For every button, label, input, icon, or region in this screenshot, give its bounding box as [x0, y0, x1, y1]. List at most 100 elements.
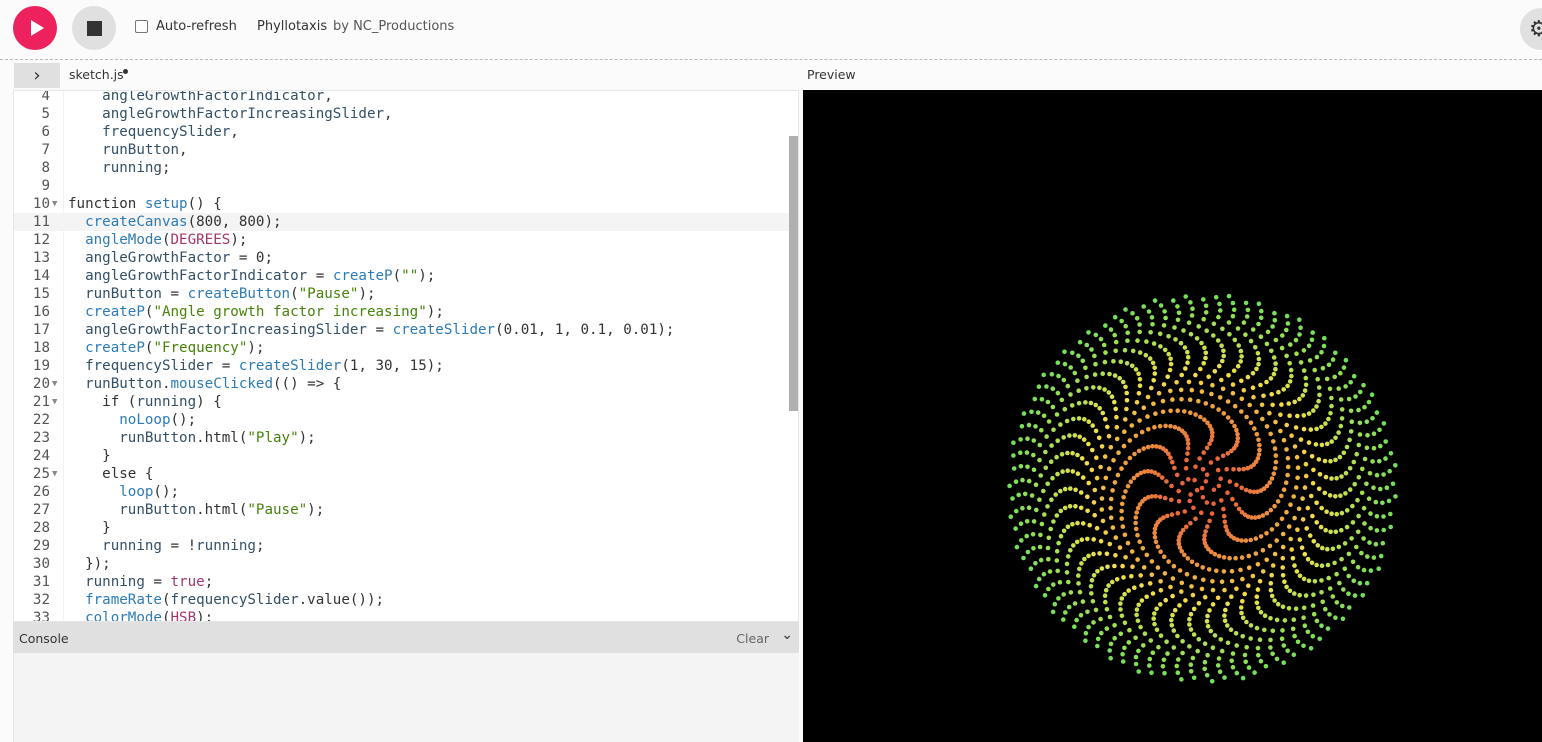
sketch-canvas[interactable] — [803, 90, 1542, 742]
phyllotaxis-dot — [1198, 414, 1203, 420]
phyllotaxis-dot — [1324, 509, 1329, 514]
phyllotaxis-dot — [1308, 427, 1314, 432]
code-line[interactable]: 21 ▼ if (running) { — [14, 393, 790, 411]
settings-button[interactable]: ⚙ — [1520, 8, 1542, 50]
code-line[interactable]: 25 ▼ else { — [14, 465, 790, 483]
author-link[interactable]: by NC_Productions — [333, 19, 454, 34]
code-line[interactable]: 24 } — [14, 447, 790, 465]
phyllotaxis-dot — [1099, 496, 1105, 501]
auto-refresh-checkbox[interactable] — [135, 20, 148, 33]
phyllotaxis-dot — [1311, 408, 1316, 413]
code-line[interactable]: 17 angleGrowthFactorIncreasingSlider = c… — [14, 321, 790, 339]
code-line[interactable]: 12 angleMode(DEGREES); — [14, 231, 790, 249]
stop-button[interactable] — [72, 6, 116, 50]
phyllotaxis-dot — [1209, 678, 1215, 684]
code-line[interactable]: 9 — [14, 177, 790, 195]
phyllotaxis-dot — [1217, 301, 1222, 307]
code-line[interactable]: 7 runButton, — [14, 141, 790, 159]
code-line[interactable]: 11 createCanvas(800, 800); — [14, 213, 790, 231]
phyllotaxis-dot — [1103, 530, 1108, 535]
phyllotaxis-dot — [1312, 579, 1318, 584]
code-line[interactable]: 14 angleGrowthFactorIndicator = createP(… — [14, 267, 790, 285]
phyllotaxis-dot — [1329, 476, 1334, 481]
phyllotaxis-dot — [1308, 493, 1314, 499]
fold-arrow-icon[interactable]: ▼ — [52, 465, 57, 483]
code-line[interactable]: 33 colorMode(HSB); — [14, 609, 790, 621]
code-line[interactable]: 15 runButton = createButton("Pause"); — [14, 285, 790, 303]
phyllotaxis-dot — [1166, 351, 1171, 357]
phyllotaxis-dot — [1152, 526, 1158, 532]
phyllotaxis-dot — [1175, 670, 1181, 675]
code-line[interactable]: 29 running = !running; — [14, 537, 790, 555]
phyllotaxis-dot — [1204, 500, 1210, 505]
phyllotaxis-dot — [1218, 476, 1223, 482]
phyllotaxis-dot — [1347, 437, 1352, 443]
phyllotaxis-dot — [1088, 584, 1094, 589]
phyllotaxis-dot — [1155, 565, 1161, 570]
phyllotaxis-dot — [1272, 446, 1278, 451]
phyllotaxis-dot — [1030, 532, 1036, 537]
code-line[interactable]: 19 frequencySlider = createSlider(1, 30,… — [14, 357, 790, 375]
phyllotaxis-dot — [1129, 573, 1134, 579]
fold-arrow-icon[interactable]: ▼ — [52, 393, 57, 411]
phyllotaxis-dot — [1112, 480, 1118, 485]
phyllotaxis-dot — [1208, 628, 1214, 634]
file-tab[interactable]: sketch.js — [69, 67, 124, 82]
chevron-down-icon[interactable]: ⌄ — [781, 627, 793, 643]
phyllotaxis-dot — [1094, 525, 1100, 531]
phyllotaxis-dot — [1386, 498, 1392, 504]
phyllotaxis-dot — [1069, 403, 1075, 408]
phyllotaxis-dot — [1184, 457, 1189, 463]
console-clear-button[interactable]: Clear — [736, 631, 769, 646]
play-button[interactable] — [13, 6, 57, 50]
code-line[interactable]: 20 ▼ runButton.mouseClicked(() => { — [14, 375, 790, 393]
phyllotaxis-dot — [1123, 384, 1128, 390]
code-line[interactable]: 18 createP("Frequency"); — [14, 339, 790, 357]
code-line[interactable]: 27 runButton.html("Pause"); — [14, 501, 790, 519]
phyllotaxis-dot — [1296, 506, 1302, 512]
code-line[interactable]: 31 running = true; — [14, 573, 790, 591]
phyllotaxis-dot — [1084, 374, 1089, 380]
code-line[interactable]: 26 loop(); — [14, 483, 790, 501]
phyllotaxis-dot — [1360, 593, 1366, 598]
phyllotaxis-dot — [1135, 505, 1141, 511]
phyllotaxis-dot — [1135, 338, 1140, 343]
phyllotaxis-dot — [1045, 504, 1050, 509]
expand-files-button[interactable]: › — [14, 63, 60, 88]
sketch-name[interactable]: Phyllotaxis — [257, 19, 327, 34]
phyllotaxis-dot — [1168, 388, 1173, 394]
phyllotaxis-dot — [1203, 303, 1209, 309]
phyllotaxis-dot — [1061, 617, 1066, 622]
phyllotaxis-dot — [1209, 391, 1214, 397]
phyllotaxis-dot — [1011, 440, 1016, 446]
code-line[interactable]: 23 runButton.html("Play"); — [14, 429, 790, 447]
line-number: 14 — [32, 268, 50, 284]
phyllotaxis-dot — [1367, 540, 1372, 545]
code-line[interactable]: 16 createP("Angle growth factor increasi… — [14, 303, 790, 321]
fold-arrow-icon[interactable]: ▼ — [52, 195, 57, 213]
code-line[interactable]: 30 }); — [14, 555, 790, 573]
phyllotaxis-dot — [1110, 579, 1115, 585]
code-line[interactable]: 5 angleGrowthFactorIncreasingSlider, — [14, 105, 790, 123]
fold-arrow-icon[interactable]: ▼ — [52, 375, 57, 393]
auto-refresh-toggle[interactable]: Auto-refresh — [135, 19, 237, 34]
code-line[interactable]: 28 } — [14, 519, 790, 537]
phyllotaxis-dot — [1179, 396, 1184, 402]
code-line[interactable]: 32 frameRate(frequencySlider.value()); — [14, 591, 790, 609]
code-line[interactable]: 13 angleGrowthFactor = 0; — [14, 249, 790, 267]
phyllotaxis-dot — [1300, 496, 1305, 501]
phyllotaxis-dot — [1221, 569, 1227, 574]
editor-scrollbar[interactable] — [789, 136, 798, 411]
phyllotaxis-dot — [1381, 514, 1386, 519]
code-line[interactable]: 22 noLoop(); — [14, 411, 790, 429]
code-line[interactable]: 6 frequencySlider, — [14, 123, 790, 141]
code-line[interactable]: 4 angleGrowthFactorIndicator, — [14, 91, 790, 105]
phyllotaxis-dot — [1125, 540, 1131, 546]
code-line[interactable]: 8 running; — [14, 159, 790, 177]
code-editor[interactable]: 4 angleGrowthFactorIndicator, 5 angleGrow… — [13, 90, 799, 622]
phyllotaxis-dot — [1055, 568, 1060, 574]
phyllotaxis-dot — [1078, 490, 1084, 495]
phyllotaxis-dot — [1291, 494, 1296, 499]
code-line[interactable]: 10 ▼ function setup() { — [14, 195, 790, 213]
phyllotaxis-dot — [1226, 293, 1232, 299]
